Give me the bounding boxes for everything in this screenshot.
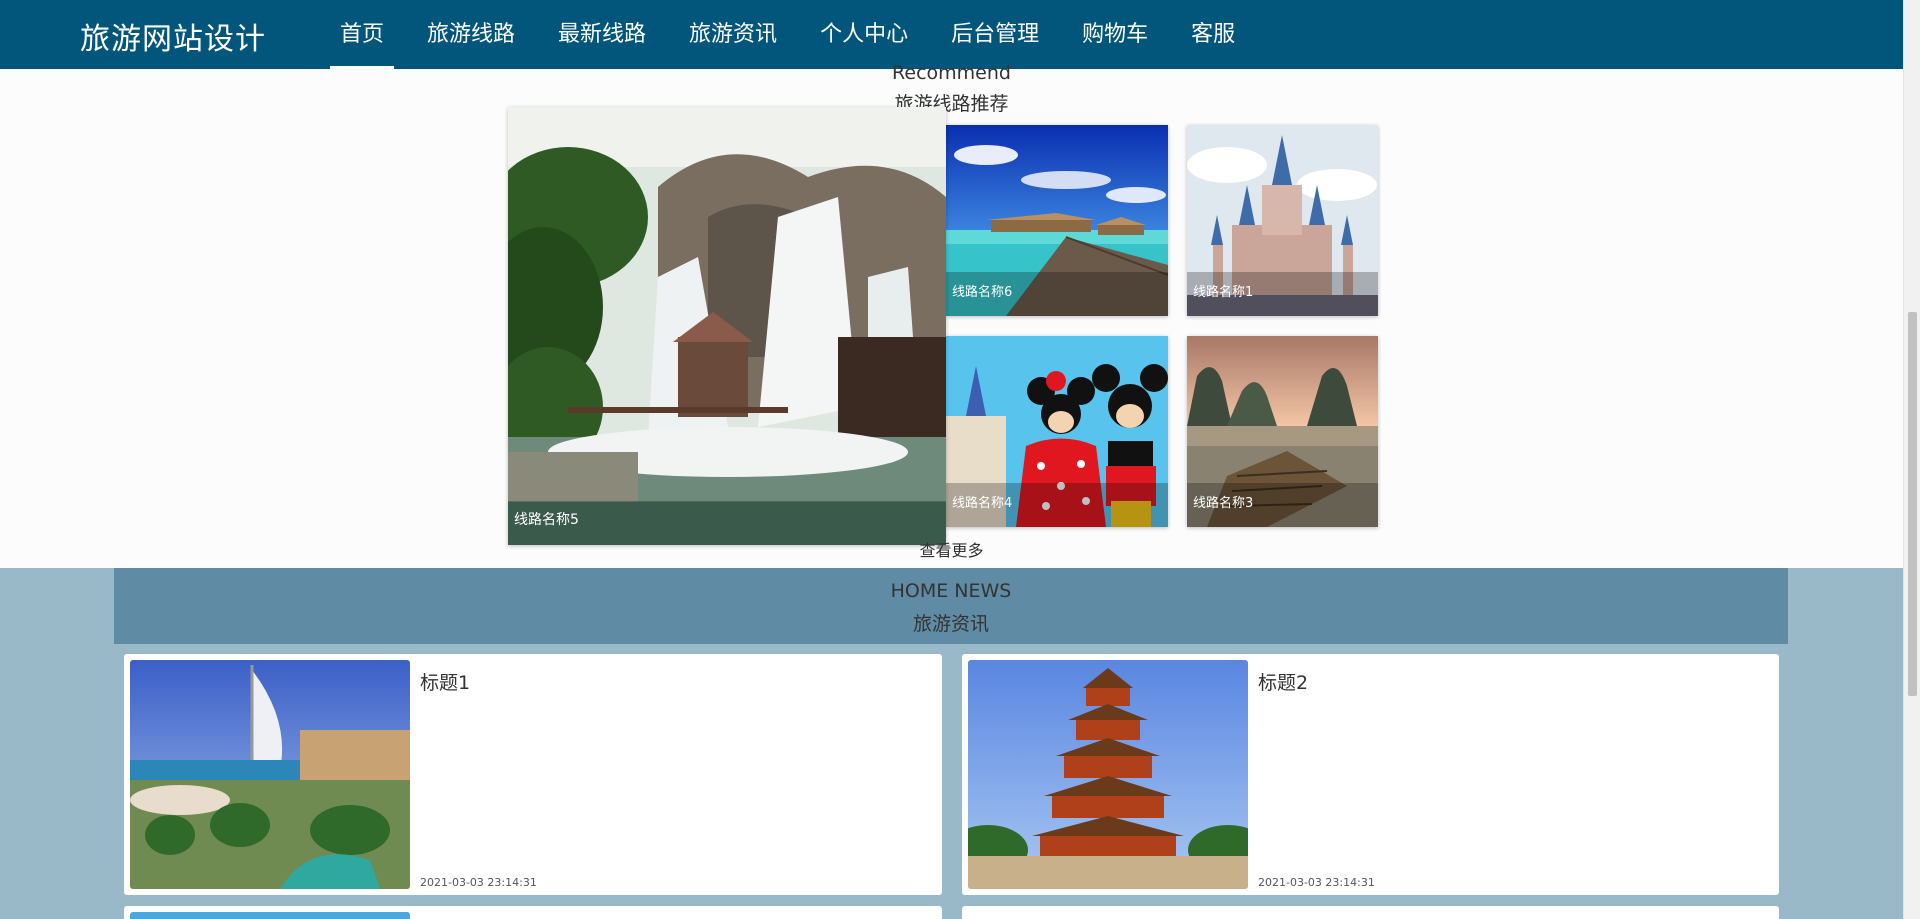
news-image-pagoda	[968, 660, 1248, 889]
route-name-label: 线路名称3	[1193, 496, 1254, 511]
news-date: 2021-03-03 23:14:31	[420, 876, 537, 889]
recommend-title-en: Recommend	[892, 62, 1011, 84]
news-image-dubai	[130, 660, 410, 889]
route-image-waterfall	[508, 107, 946, 545]
route-name-label: 线路名称1	[1193, 285, 1254, 300]
route-tile-3[interactable]: 线路名称3	[1187, 336, 1378, 527]
route-name-label: 线路名称5	[514, 512, 579, 528]
news-card-2[interactable]: 标题2 2021-03-03 23:14:31	[962, 654, 1779, 895]
recommend-title-cn: 旅游线路推荐	[894, 93, 1009, 115]
scrollbar-thumb[interactable]	[1908, 312, 1917, 696]
news-title-cn: 旅游资讯	[912, 613, 989, 635]
news-thumbnail	[130, 660, 410, 889]
nav-item-home[interactable]: 首页	[330, 0, 395, 69]
route-name-label: 线路名称6	[952, 285, 1013, 300]
news-card-3[interactable]	[124, 906, 942, 919]
nav-item-routes[interactable]: 旅游线路	[417, 0, 525, 69]
tile-caption: 线路名称6	[946, 272, 1168, 316]
route-tile-1[interactable]: 线路名称1	[1187, 125, 1378, 316]
top-nav-bar: 旅游网站设计 首页 旅游线路 最新线路 旅游资讯 个人中心 后台管理 购物车 客…	[0, 0, 1903, 69]
tile-caption: 线路名称4	[946, 483, 1168, 527]
news-card-1[interactable]: 标题1 2021-03-03 23:14:31	[124, 654, 942, 895]
route-tile-6[interactable]: 线路名称6	[946, 125, 1168, 316]
news-title[interactable]: 标题1	[420, 668, 470, 695]
news-title[interactable]: 标题2	[1258, 668, 1308, 695]
route-tile-5[interactable]: 线路名称5	[508, 107, 946, 545]
site-brand[interactable]: 旅游网站设计	[80, 14, 266, 58]
news-thumbnail	[968, 660, 1248, 889]
view-more-link[interactable]: 查看更多	[0, 537, 1903, 561]
main-nav: 首页 旅游线路 最新线路 旅游资讯 个人中心 后台管理 购物车 客服	[330, 0, 1268, 69]
page-scrollbar[interactable]	[1903, 0, 1920, 919]
nav-item-latest-routes[interactable]: 最新线路	[548, 0, 656, 69]
news-thumbnail	[130, 912, 410, 919]
tile-caption: 线路名称3	[1187, 483, 1378, 527]
news-title-en: HOME NEWS	[890, 580, 1012, 602]
nav-item-admin[interactable]: 后台管理	[941, 0, 1049, 69]
route-name-label: 线路名称4	[952, 496, 1013, 511]
news-date: 2021-03-03 23:14:31	[1258, 876, 1375, 889]
nav-item-user-center[interactable]: 个人中心	[810, 0, 918, 69]
news-card-4[interactable]	[962, 906, 1779, 919]
tile-caption: 线路名称1	[1187, 272, 1378, 316]
route-tile-4[interactable]: 线路名称4	[946, 336, 1168, 527]
nav-item-travel-news[interactable]: 旅游资讯	[679, 0, 787, 69]
nav-item-customer-service[interactable]: 客服	[1181, 0, 1245, 69]
nav-item-cart[interactable]: 购物车	[1072, 0, 1158, 69]
